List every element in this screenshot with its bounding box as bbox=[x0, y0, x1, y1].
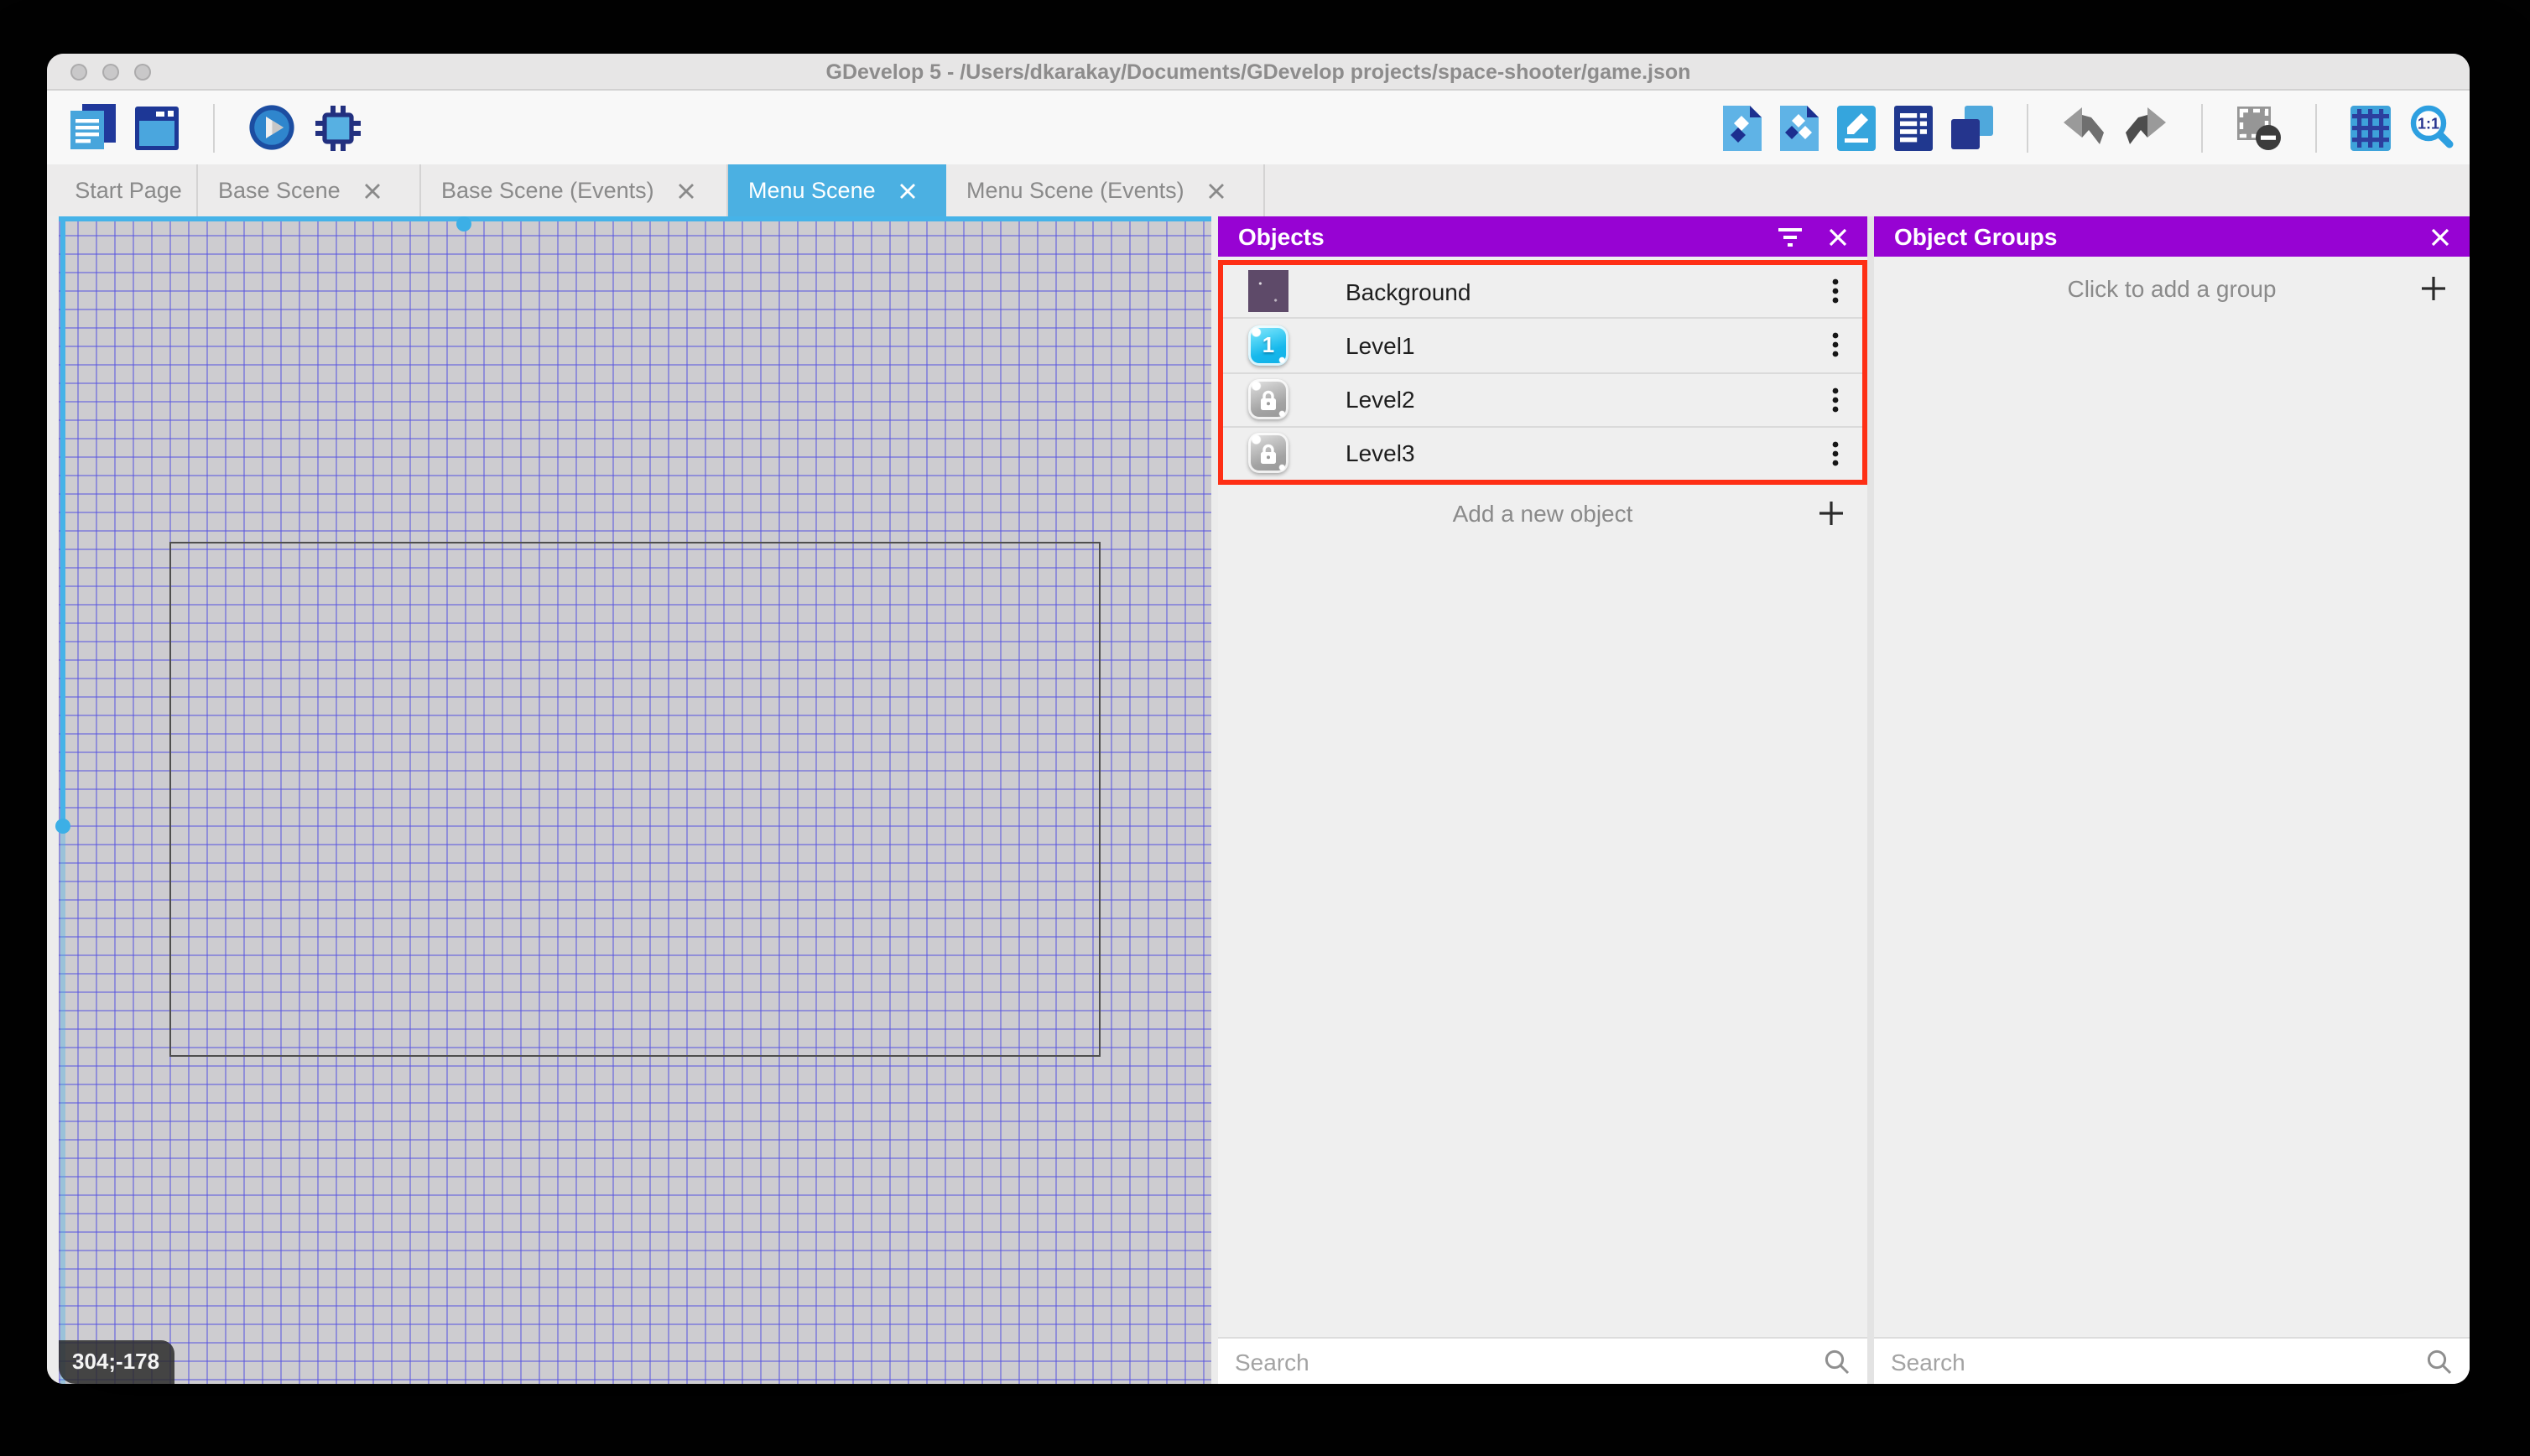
tab-label: Menu Scene (Events) bbox=[966, 178, 1184, 203]
objects-panel-header: Objects bbox=[1218, 216, 1867, 257]
tab-label: Base Scene (Events) bbox=[441, 178, 654, 203]
gdevelop-window: GDevelop 5 - /Users/dkarakay/Documents/G… bbox=[47, 54, 2470, 1384]
object-menu-icon[interactable] bbox=[1832, 441, 1839, 466]
start-page-icon[interactable] bbox=[134, 105, 180, 150]
object-label: Level1 bbox=[1346, 331, 1415, 359]
object-menu-icon[interactable] bbox=[1832, 387, 1839, 412]
tab-start-page[interactable]: Start Page bbox=[60, 164, 198, 216]
object-groups-panel-title: Object Groups bbox=[1894, 223, 2058, 250]
filter-icon[interactable] bbox=[1778, 227, 1802, 246]
canvas-gutter bbox=[1211, 216, 1218, 1384]
scene-editor-canvas[interactable]: 304;-178 bbox=[55, 216, 1211, 1384]
undo-icon[interactable] bbox=[2062, 107, 2106, 148]
close-window-button[interactable] bbox=[70, 64, 87, 81]
tab-base-scene[interactable]: Base Scene bbox=[198, 164, 421, 216]
objects-editor-icon[interactable] bbox=[1723, 105, 1762, 150]
tab-menu-scene-events[interactable]: Menu Scene (Events) bbox=[946, 164, 1265, 216]
tab-menu-scene[interactable]: Menu Scene bbox=[728, 164, 946, 216]
toolbar-separator bbox=[2027, 103, 2028, 152]
object-groups-empty-area bbox=[1874, 320, 2470, 1337]
tab-label: Menu Scene bbox=[748, 178, 876, 203]
space-background-thumbnail-icon bbox=[1248, 270, 1288, 313]
toolbar-separator bbox=[2315, 103, 2317, 152]
plus-icon bbox=[1819, 500, 1844, 525]
objects-panel-title: Objects bbox=[1238, 223, 1325, 250]
object-row-background[interactable]: Background bbox=[1223, 265, 1862, 318]
tab-bar: Start Page Base Scene Base Scene (Events… bbox=[47, 164, 2470, 216]
screen: GDevelop 5 - /Users/dkarakay/Documents/G… bbox=[0, 0, 2530, 1456]
tab-label: Start Page bbox=[75, 178, 182, 203]
title-bar: GDevelop 5 - /Users/dkarakay/Documents/G… bbox=[47, 54, 2470, 91]
window-title: GDevelop 5 - /Users/dkarakay/Documents/G… bbox=[825, 60, 1691, 83]
search-icon bbox=[2426, 1348, 2453, 1375]
project-manager-icon[interactable] bbox=[70, 104, 116, 151]
panel-divider[interactable] bbox=[1867, 216, 1874, 1384]
cursor-coordinates-badge: 304;-178 bbox=[59, 1340, 175, 1384]
instances-list-icon[interactable] bbox=[1894, 105, 1933, 150]
objects-search-bar bbox=[1218, 1337, 1867, 1384]
toolbar-separator bbox=[213, 103, 215, 152]
locked-button-icon bbox=[1248, 433, 1288, 474]
toolbar: 1:1 bbox=[47, 91, 2470, 164]
traffic-lights bbox=[70, 64, 151, 81]
zoom-window-button[interactable] bbox=[134, 64, 151, 81]
object-menu-icon[interactable] bbox=[1832, 333, 1839, 358]
close-panel-icon[interactable] bbox=[1829, 227, 1847, 246]
close-tab-icon[interactable] bbox=[1208, 182, 1225, 199]
toolbar-left-group bbox=[70, 103, 362, 152]
objects-panel: Objects Background 1 Level1 Level2 Level… bbox=[1218, 216, 1867, 1384]
search-icon bbox=[1824, 1348, 1851, 1375]
object-groups-editor-icon[interactable] bbox=[1780, 105, 1819, 150]
object-groups-search-input[interactable] bbox=[1891, 1348, 2426, 1375]
minimize-window-button[interactable] bbox=[102, 64, 119, 81]
object-label: Level2 bbox=[1346, 386, 1415, 413]
selection-border-left bbox=[60, 216, 65, 827]
objects-panel-empty-area bbox=[1218, 540, 1867, 1337]
debug-icon[interactable] bbox=[314, 103, 362, 152]
game-window-bounds bbox=[169, 542, 1101, 1057]
level1-glyph: 1 bbox=[1262, 332, 1275, 358]
toolbar-right-group: 1:1 bbox=[1723, 103, 2456, 152]
toggle-window-mask-icon[interactable] bbox=[2236, 105, 2282, 150]
object-label: Level3 bbox=[1346, 439, 1415, 467]
selection-resize-handle-top[interactable] bbox=[456, 216, 471, 231]
locked-button-icon bbox=[1248, 379, 1288, 420]
close-tab-icon[interactable] bbox=[899, 182, 916, 199]
close-tab-icon[interactable] bbox=[678, 182, 695, 199]
object-label: Background bbox=[1346, 278, 1471, 305]
canvas-gutter bbox=[47, 216, 59, 1384]
editor-content: 304;-178 Objects Background 1 Level1 Lev… bbox=[47, 216, 2470, 1384]
tab-label: Base Scene bbox=[218, 178, 341, 203]
properties-icon[interactable] bbox=[1837, 105, 1876, 150]
selection-resize-handle-left[interactable] bbox=[55, 819, 70, 834]
object-groups-panel-header: Object Groups bbox=[1874, 216, 2470, 257]
layers-icon[interactable] bbox=[1951, 105, 1993, 150]
object-groups-panel: Object Groups Click to add a group bbox=[1874, 216, 2470, 1384]
toolbar-separator bbox=[2201, 103, 2203, 152]
object-row-level3[interactable]: Level3 bbox=[1223, 425, 1862, 480]
object-menu-icon[interactable] bbox=[1832, 278, 1839, 304]
close-tab-icon[interactable] bbox=[364, 182, 381, 199]
add-new-object-label: Add a new object bbox=[1452, 499, 1633, 526]
close-panel-icon[interactable] bbox=[2431, 227, 2449, 246]
objects-search-input[interactable] bbox=[1235, 1348, 1824, 1375]
add-group-label: Click to add a group bbox=[2067, 275, 2277, 302]
object-row-level1[interactable]: 1 Level1 bbox=[1223, 317, 1862, 372]
preview-play-icon[interactable] bbox=[248, 104, 295, 151]
selection-border-left-faint bbox=[60, 827, 65, 1384]
zoom-icon-label: 1:1 bbox=[2418, 116, 2439, 133]
level1-button-icon: 1 bbox=[1248, 325, 1288, 366]
objects-list-highlight: Background 1 Level1 Level2 Level3 bbox=[1218, 260, 1867, 485]
plus-icon bbox=[2421, 276, 2446, 301]
selection-border-top bbox=[59, 216, 1211, 221]
add-new-object-button[interactable]: Add a new object bbox=[1218, 485, 1867, 540]
tab-base-scene-events[interactable]: Base Scene (Events) bbox=[421, 164, 728, 216]
redo-icon[interactable] bbox=[2124, 107, 2168, 148]
add-group-button[interactable]: Click to add a group bbox=[1874, 257, 2470, 320]
zoom-options-icon[interactable]: 1:1 bbox=[2409, 104, 2456, 151]
object-groups-search-bar bbox=[1874, 1337, 2470, 1384]
toggle-grid-icon[interactable] bbox=[2350, 105, 2391, 150]
object-row-level2[interactable]: Level2 bbox=[1223, 372, 1862, 426]
